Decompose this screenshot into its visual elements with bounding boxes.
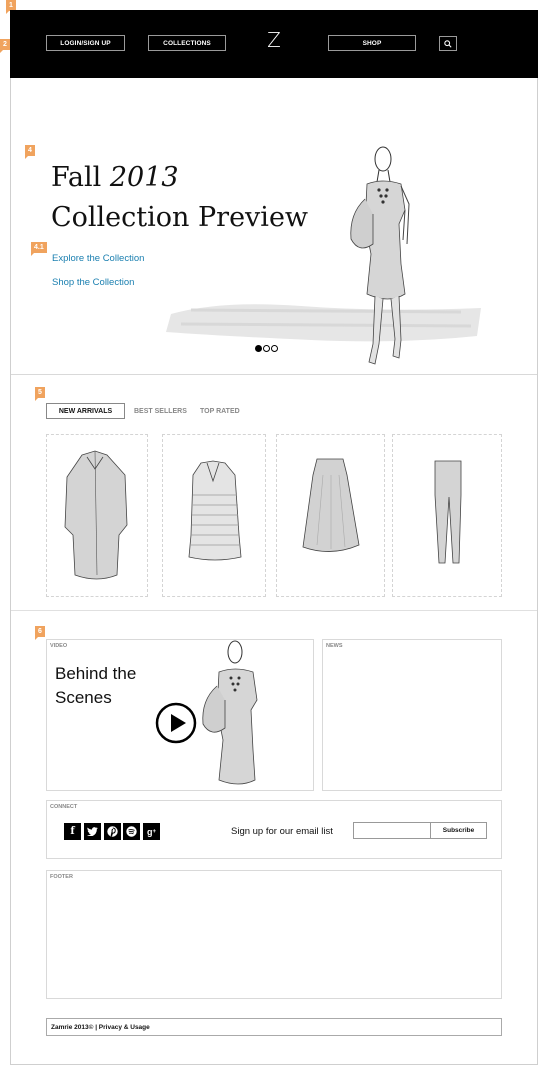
magnifier-icon	[444, 39, 452, 48]
site-logo[interactable]: Z	[264, 28, 284, 52]
product-showcase: NEW ARRIVALS BEST SELLERS TOP RATED	[11, 375, 537, 611]
news-panel: NEWS	[322, 639, 502, 791]
spotify-glyph	[126, 826, 137, 837]
annotation-5: 5	[35, 387, 45, 401]
shop-button[interactable]: SHOP	[328, 35, 416, 51]
collections-button[interactable]: COLLECTIONS	[148, 35, 226, 51]
copyright-text: Zamrie 2013©	[51, 1023, 94, 1031]
carousel-dot-3[interactable]	[271, 345, 278, 352]
annotation-2: 2	[0, 39, 10, 53]
midi-skirt-sketch	[302, 458, 360, 552]
copyright-bar: Zamrie 2013© | Privacy & Usage	[46, 1018, 502, 1036]
striped-tunic-sketch	[188, 460, 242, 561]
video-title-line1: Behind the	[55, 664, 137, 683]
search-button[interactable]	[439, 36, 457, 51]
video-panel: VIDEO Behind the Scenes	[46, 639, 314, 791]
news-label: NEWS	[326, 643, 343, 649]
annotation-6: 6	[35, 626, 45, 640]
product-card-2[interactable]	[162, 434, 266, 597]
tab-best-sellers[interactable]: BEST SELLERS	[134, 403, 187, 419]
email-field[interactable]	[353, 822, 431, 839]
hero-carousel: Fall 2013 Collection Preview Explore the…	[11, 78, 537, 375]
hero-title-year: 2013	[109, 162, 179, 193]
model-sketch-illustration	[202, 640, 258, 785]
hero-title-prefix: Fall	[51, 162, 110, 193]
annotation-4-1: 4.1	[31, 242, 47, 256]
hero-title-line2: Collection Preview	[51, 202, 309, 233]
product-card-3[interactable]	[276, 434, 385, 597]
twitter-bird-glyph	[87, 827, 98, 836]
email-signup-text: Sign up for our email list	[231, 826, 333, 837]
login-signup-button[interactable]: LOGIN/SIGN UP	[46, 35, 125, 51]
footer-panel: FOOTER	[46, 870, 502, 999]
model-sketch-illustration	[350, 146, 410, 365]
connect-panel: CONNECT f g + Sign up for our email list …	[46, 800, 502, 859]
annotation-4: 4	[25, 145, 35, 159]
carousel-indicators	[255, 345, 278, 352]
media-and-footer-section: VIDEO Behind the Scenes NEWS CONNECT f g…	[11, 611, 537, 1065]
shop-collection-link[interactable]: Shop the Collection	[52, 277, 134, 288]
tab-top-rated[interactable]: TOP RATED	[200, 403, 240, 419]
carousel-dot-1[interactable]	[255, 345, 262, 352]
privacy-usage-link[interactable]: | Privacy & Usage	[95, 1024, 150, 1031]
slim-pants-sketch	[434, 460, 462, 564]
site-header: LOGIN/SIGN UP COLLECTIONS Z SHOP	[10, 10, 538, 78]
spotify-icon[interactable]	[123, 823, 140, 840]
brush-stroke-background	[166, 304, 481, 342]
pinterest-icon[interactable]	[104, 823, 121, 840]
play-icon[interactable]	[155, 702, 197, 744]
product-card-4[interactable]	[392, 434, 502, 597]
facebook-icon[interactable]: f	[64, 823, 81, 840]
shirt-dress-sketch	[64, 450, 128, 580]
pinterest-glyph	[107, 826, 118, 837]
tab-new-arrivals[interactable]: NEW ARRIVALS	[46, 403, 125, 419]
connect-label: CONNECT	[50, 804, 78, 810]
subscribe-button[interactable]: Subscribe	[430, 822, 487, 839]
hero-title: Fall 2013 Collection Preview	[51, 158, 308, 238]
footer-label: FOOTER	[50, 874, 73, 880]
twitter-icon[interactable]	[84, 823, 101, 840]
video-title: Behind the Scenes	[55, 662, 136, 710]
product-card-1[interactable]	[46, 434, 148, 597]
google-plus-icon[interactable]: g +	[143, 823, 160, 840]
carousel-dot-2[interactable]	[263, 345, 270, 352]
video-title-line2: Scenes	[55, 688, 112, 707]
explore-collection-link[interactable]: Explore the Collection	[52, 253, 144, 264]
video-label: VIDEO	[50, 643, 68, 649]
